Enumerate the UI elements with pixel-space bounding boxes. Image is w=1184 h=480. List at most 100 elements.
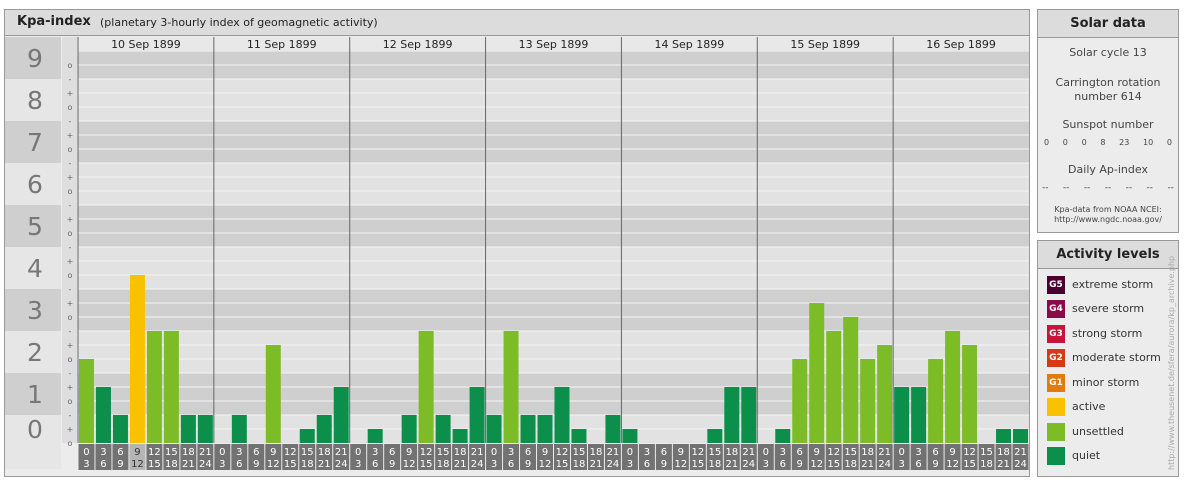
hour-label: 6 [389, 447, 395, 458]
hour-label: 3 [355, 459, 361, 470]
sub-tick-label: + [67, 341, 74, 350]
sunspot-value: 0 [1081, 138, 1087, 147]
hour-label: 12 [420, 447, 433, 458]
hour-label: 21 [335, 447, 348, 458]
sub-tick-label: + [67, 257, 74, 266]
hour-label: 15 [284, 459, 297, 470]
legend-label: minor storm [1072, 376, 1140, 389]
kp-bar [163, 330, 179, 443]
sub-tick-label: o [68, 355, 73, 364]
hour-label: 3 [780, 447, 786, 458]
hour-label: 18 [454, 447, 467, 458]
day-label: 10 Sep 1899 [111, 38, 181, 51]
hour-label: 12 [674, 459, 687, 470]
hour-label: 3 [83, 459, 89, 470]
kp-bar [894, 387, 910, 443]
legend-swatch-unsettled [1047, 423, 1065, 441]
y-axis-label: 8 [27, 86, 43, 115]
ap-value: -- [1146, 183, 1154, 193]
kp-bar [605, 414, 621, 443]
hour-label: 21 [1014, 447, 1027, 458]
hour-label: 24 [607, 459, 620, 470]
hour-label: 18 [980, 459, 993, 470]
hour-label: 6 [915, 459, 921, 470]
hour-label: 3 [627, 459, 633, 470]
hour-label: 6 [372, 459, 378, 470]
hour-label: 15 [844, 447, 857, 458]
kp-bar [877, 345, 893, 443]
kp-bar [775, 429, 791, 443]
sunspot-value: 0 [1044, 138, 1050, 147]
hour-label: 3 [763, 459, 769, 470]
kp-bar [418, 330, 434, 443]
kp-bar [435, 414, 451, 443]
data-source-link[interactable]: http://www.ngdc.noaa.gov/ [1038, 215, 1178, 224]
kp-bar [928, 359, 944, 443]
kp-bar [299, 429, 315, 443]
kp-bar [146, 330, 162, 443]
day-label: 13 Sep 1899 [519, 38, 589, 51]
hour-label: 15 [691, 459, 704, 470]
solar-data-heading: Solar data [1038, 10, 1178, 38]
hour-label: 6 [797, 447, 803, 458]
sub-tick-label: + [67, 425, 74, 434]
hour-label: 6 [932, 447, 938, 458]
source-watermark: http://www.theusenet.de/sfera/aurora/kp_… [1167, 255, 1176, 470]
hour-label: 12 [148, 447, 161, 458]
hour-label: 18 [708, 459, 721, 470]
kp-bar [554, 387, 570, 443]
kp-bar [503, 330, 519, 443]
legend-label: extreme storm [1072, 278, 1154, 291]
hour-label: 0 [355, 447, 361, 458]
hour-label: 21 [318, 459, 331, 470]
hour-label: 24 [742, 459, 755, 470]
sub-tick-label: + [67, 215, 74, 224]
hour-label: 21 [997, 459, 1010, 470]
sub-tick-label: - [69, 159, 72, 168]
level-band [78, 162, 1029, 205]
kp-bar [809, 303, 825, 443]
hour-label: 18 [182, 447, 195, 458]
level-band [78, 78, 1029, 121]
hour-label: 24 [199, 459, 212, 470]
sub-tick-label: + [67, 299, 74, 308]
y-axis-label: 4 [27, 254, 43, 283]
hour-label: 6 [100, 459, 106, 470]
sub-tick-label: + [67, 131, 74, 140]
sub-tick-label: o [68, 439, 73, 448]
legend-label: strong storm [1072, 327, 1143, 340]
hour-label: 9 [542, 447, 548, 458]
kp-bar [401, 414, 417, 443]
day-label: 12 Sep 1899 [383, 38, 453, 51]
legend-item-unsettled: unsettled [1047, 423, 1177, 441]
hour-label: 12 [556, 447, 569, 458]
hour-label: 0 [491, 447, 497, 458]
hour-label: 24 [471, 459, 484, 470]
sub-tick-label: + [67, 383, 74, 392]
hour-label: 15 [148, 459, 161, 470]
hour-label: 6 [253, 447, 259, 458]
kp-bar [945, 330, 961, 443]
hour-label: 21 [590, 459, 603, 470]
hour-label: 9 [134, 447, 140, 458]
legend-label: moderate storm [1072, 351, 1161, 364]
sub-tick-label: - [69, 285, 72, 294]
kp-bar [367, 429, 383, 443]
hour-label: 6 [117, 447, 123, 458]
kp-bar [469, 387, 485, 443]
activity-levels-heading: Activity levels [1038, 241, 1178, 269]
hour-label: 12 [946, 459, 959, 470]
hour-label: 12 [810, 459, 823, 470]
hour-label: 12 [827, 447, 840, 458]
hour-label: 15 [827, 459, 840, 470]
hour-label: 9 [117, 459, 123, 470]
legend-label: quiet [1072, 449, 1101, 462]
legend-item-active: active [1047, 398, 1177, 416]
hour-label: 18 [844, 459, 857, 470]
sub-tick-label: - [69, 117, 72, 126]
hour-label: 15 [708, 447, 721, 458]
kp-bar [622, 429, 638, 443]
hour-label: 3 [100, 447, 106, 458]
ap-value: -- [1167, 183, 1174, 193]
sunspot-value: 23 [1119, 138, 1130, 147]
